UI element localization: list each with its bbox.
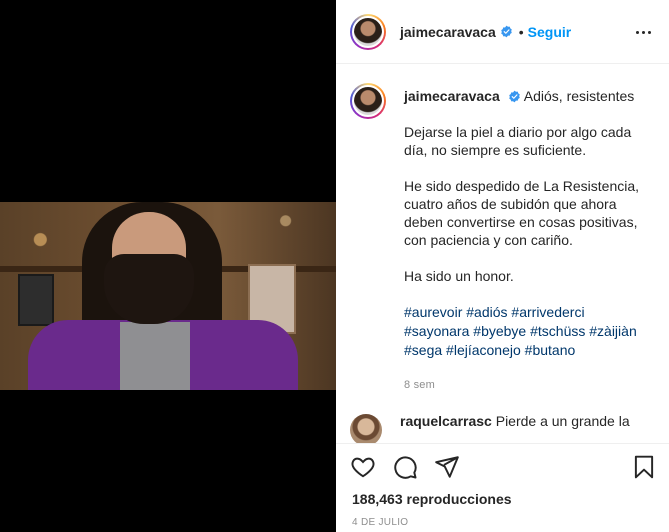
caption-title: Adiós, resistentes [523,88,635,104]
hashtag-link[interactable]: #zàijiàn [589,323,636,339]
caption-body: jaimecaravaca Adiós, resistentes Dejarse… [404,87,652,394]
instagram-post-modal: jaimecaravaca • Seguir jaimecaravaca Adi… [0,0,669,532]
author-avatar[interactable] [350,13,386,50]
post-video[interactable] [0,202,336,390]
caption-timestamp[interactable]: 8 sem [404,376,652,394]
caption-header: jaimecaravaca Adiós, resistentes [404,87,652,105]
comment-body: raquelcarrasc Pierde a un grande la [400,412,632,443]
commenter-avatar[interactable] [350,414,382,443]
verified-badge-icon [508,90,520,103]
caption-author-username[interactable]: jaimecaravaca [404,88,500,104]
avatar-image [352,15,384,48]
comment: raquelcarrasc Pierde a un grande la [350,412,655,443]
post-details-panel: jaimecaravaca • Seguir jaimecaravaca Adi… [336,0,669,532]
caption-author-avatar[interactable] [350,83,386,119]
media-panel [0,0,336,532]
action-icons [350,454,460,480]
hashtag-link[interactable]: #tschüss [530,323,585,339]
post-date[interactable]: 4 DE JULIO [352,517,408,528]
caption-paragraph: Ha sido un honor. [404,268,514,284]
hashtag-link[interactable]: #butano [525,342,576,358]
hashtag-link[interactable]: #lejíaconejo [446,342,521,358]
more-options-icon[interactable] [631,22,655,42]
follow-button[interactable]: Seguir [528,24,572,40]
hashtag-link[interactable]: #sayonara [404,323,469,339]
commenter-username[interactable]: raquelcarrasc [400,413,492,429]
verified-badge-icon [501,25,512,38]
hashtag-link[interactable]: #aurevoir [404,304,462,320]
video-person-tshirt [120,322,190,390]
header-separator: • [518,23,524,40]
hashtag-link[interactable]: #byebye [473,323,526,339]
comment-text: Pierde a un grande la [495,413,630,429]
caption-paragraph: Dejarse la piel a diario por algo cada d… [404,124,632,158]
video-poster-left [18,274,54,326]
hashtag-link[interactable]: #adiós [466,304,507,320]
video-person-beard [104,254,194,324]
hashtag-link[interactable]: #arrivederci [511,304,584,320]
avatar-image [352,85,384,117]
hashtag-link[interactable]: #sega [404,342,442,358]
heart-icon[interactable] [350,454,376,480]
post-actions: 188,463 reproducciones 4 DE JULIO [336,443,669,532]
post-header: jaimecaravaca • Seguir [336,0,669,64]
bookmark-icon[interactable] [631,454,657,480]
send-icon[interactable] [434,454,460,480]
author-username[interactable]: jaimecaravaca [400,24,496,40]
hashtag-list: #aurevoir #adiós #arrivederci #sayonara … [404,303,652,360]
view-count[interactable]: 188,463 reproducciones [352,491,512,507]
caption: jaimecaravaca Adiós, resistentes Dejarse… [350,83,655,394]
comment-icon[interactable] [392,454,418,480]
caption-paragraph: He sido despedido de La Resistencia, cua… [404,178,640,248]
comments-section[interactable]: jaimecaravaca Adiós, resistentes Dejarse… [336,65,669,443]
